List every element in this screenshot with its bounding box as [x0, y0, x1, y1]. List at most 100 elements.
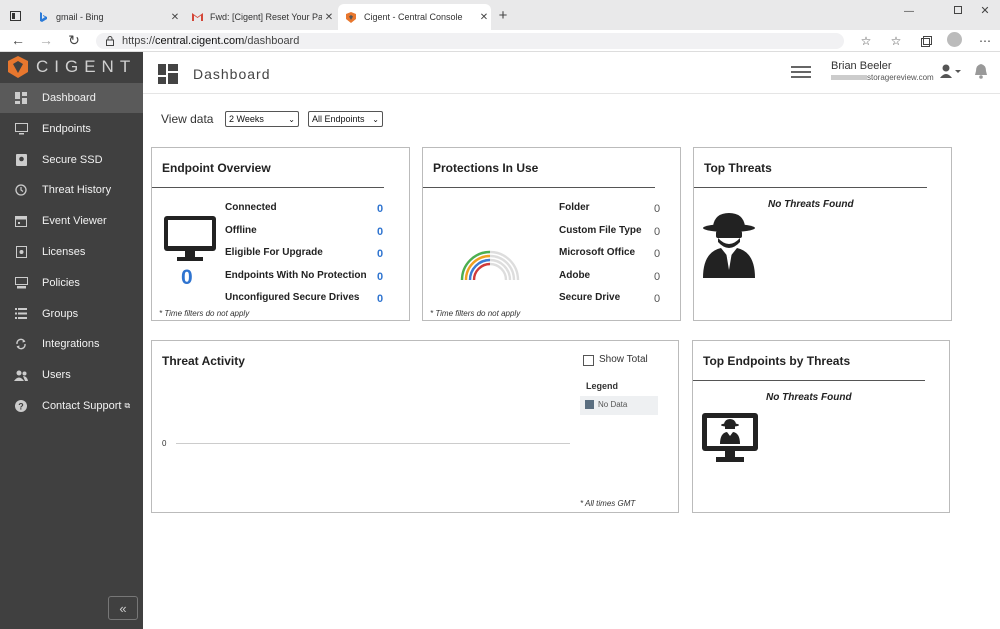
- sidebar-item-secure-ssd[interactable]: Secure SSD: [0, 145, 143, 175]
- browser-tab-gmail[interactable]: Fwd: [Cigent] Reset Your Passwo ✕: [184, 4, 336, 30]
- ssd-icon: [14, 153, 28, 167]
- sidebar-item-contact-support[interactable]: ? Contact Support ⧉: [0, 391, 143, 421]
- close-icon[interactable]: ✕: [477, 12, 491, 23]
- url-domain: central.cigent.com: [155, 35, 245, 47]
- panel-title: Top Endpoints by Threats: [703, 354, 851, 368]
- sidebar-item-label: Contact Support: [42, 400, 122, 412]
- brand-name: CIGENT: [36, 57, 137, 76]
- url-bar[interactable]: https://central.cigent.com/dashboard: [96, 33, 844, 49]
- user-name: Brian Beeler: [831, 60, 892, 72]
- tab-title: Fwd: [Cigent] Reset Your Passwo: [210, 12, 322, 22]
- stat-value[interactable]: 0: [377, 271, 383, 283]
- stat-value: 0: [654, 203, 661, 215]
- tab-title: gmail - Bing: [56, 12, 104, 22]
- infected-monitor-icon: [702, 413, 758, 462]
- more-icon[interactable]: ⋯: [977, 33, 993, 49]
- back-icon[interactable]: ←: [10, 32, 26, 48]
- double-chevron-left-icon: «: [119, 600, 127, 616]
- notifications-bell-icon[interactable]: [974, 63, 988, 82]
- stat-label: Custom File Type: [559, 224, 642, 236]
- no-threats-message: No Threats Found: [768, 199, 854, 210]
- sidebar-item-event-viewer[interactable]: Event Viewer: [0, 206, 143, 236]
- sidebar-item-label: Users: [42, 369, 71, 382]
- sidebar-item-label: Threat History: [42, 184, 112, 197]
- monitor-icon: [164, 216, 216, 261]
- stat-value: 0: [654, 293, 661, 305]
- stat-label: Offline: [225, 224, 257, 236]
- monitor-icon: [14, 122, 28, 136]
- collapse-sidebar-button[interactable]: «: [108, 596, 138, 620]
- divider: [152, 187, 384, 188]
- panel-title: Threat Activity: [162, 354, 245, 368]
- show-total-checkbox[interactable]: [583, 355, 594, 366]
- sidebar-item-groups[interactable]: Groups: [0, 299, 143, 329]
- dashboard-icon: [14, 91, 28, 105]
- sidebar-item-users[interactable]: Users: [0, 360, 143, 390]
- policy-icon: [14, 276, 28, 290]
- stat-value[interactable]: 0: [377, 248, 383, 260]
- divider: [693, 380, 925, 381]
- chevron-down-icon: ⌄: [372, 114, 379, 124]
- bing-icon: [38, 12, 48, 22]
- tab-title: Cigent - Central Console: [364, 12, 463, 22]
- browser-tab-cigent[interactable]: Cigent - Central Console ✕: [338, 4, 491, 30]
- cigent-logo: CIGENT: [8, 55, 136, 79]
- sidebar-item-dashboard[interactable]: Dashboard: [0, 83, 143, 113]
- favorites-icon[interactable]: ☆: [888, 33, 904, 49]
- stat-value: 0: [654, 248, 661, 260]
- collections-icon[interactable]: [918, 33, 934, 49]
- license-icon: [14, 245, 28, 259]
- calendar-icon: [14, 214, 28, 228]
- maximize-icon[interactable]: [951, 4, 965, 16]
- stat-value[interactable]: 0: [377, 293, 383, 305]
- panel-title: Top Threats: [704, 161, 772, 175]
- time-filter-note: * Time filters do not apply: [430, 309, 521, 318]
- period-select[interactable]: 2 Weeks ⌄: [225, 111, 299, 127]
- sidebar-item-label: Dashboard: [42, 92, 96, 104]
- user-menu-icon[interactable]: [940, 64, 962, 81]
- sidebar-item-licenses[interactable]: Licenses: [0, 237, 143, 267]
- browser-tab-bing[interactable]: gmail - Bing ✕: [30, 4, 182, 30]
- refresh-icon[interactable]: ↻: [66, 32, 82, 48]
- stat-label: Microsoft Office: [559, 247, 636, 258]
- user-email: storagereview.com: [831, 73, 934, 82]
- stat-value[interactable]: 0: [377, 226, 383, 238]
- history-icon: [14, 183, 28, 197]
- spy-agent-icon: [703, 213, 755, 278]
- sidebar-item-integrations[interactable]: Integrations: [0, 329, 143, 359]
- cigent-logo-icon: [8, 56, 28, 78]
- tab-actions-icon[interactable]: [8, 10, 22, 22]
- legend-label: No Data: [598, 400, 628, 409]
- favorite-star-icon[interactable]: ☆: [858, 33, 874, 49]
- menu-icon[interactable]: [791, 65, 811, 81]
- external-link-icon: ⧉: [124, 401, 131, 410]
- endpoints-select[interactable]: All Endpoints ⌄: [308, 111, 383, 127]
- sidebar-item-label: Secure SSD: [42, 153, 103, 166]
- period-select-value: 2 Weeks: [229, 114, 264, 124]
- sidebar-item-policies[interactable]: Policies: [0, 268, 143, 298]
- window-close-icon[interactable]: ✕: [978, 4, 992, 17]
- chevron-down-icon: ⌄: [288, 114, 295, 124]
- sidebar-item-endpoints[interactable]: Endpoints: [0, 114, 143, 144]
- new-tab-icon[interactable]: +: [496, 7, 510, 24]
- lock-icon: [104, 36, 116, 46]
- panel-title: Endpoint Overview: [162, 161, 271, 175]
- stat-label: Adobe: [559, 269, 591, 281]
- sidebar-item-label: Licenses: [42, 246, 86, 258]
- close-icon[interactable]: ✕: [322, 12, 336, 23]
- stat-value[interactable]: 0: [377, 203, 383, 215]
- sync-icon: [14, 337, 28, 351]
- profile-avatar[interactable]: [947, 32, 962, 47]
- sidebar-item-threat-history[interactable]: Threat History: [0, 175, 143, 205]
- page-title: Dashboard: [193, 66, 271, 82]
- stat-label: Secure Drive: [559, 292, 621, 303]
- users-icon: [14, 368, 28, 382]
- url-path: /dashboard: [244, 35, 300, 47]
- sidebar-item-label: Integrations: [42, 338, 100, 351]
- close-icon[interactable]: ✕: [168, 12, 182, 23]
- sidebar-item-label: Endpoints: [42, 122, 91, 135]
- stat-label: Unconfigured Secure Drives: [225, 292, 360, 303]
- forward-icon[interactable]: →: [38, 32, 54, 48]
- stat-label: Eligible For Upgrade: [225, 247, 323, 258]
- minimize-icon[interactable]: —: [902, 5, 916, 17]
